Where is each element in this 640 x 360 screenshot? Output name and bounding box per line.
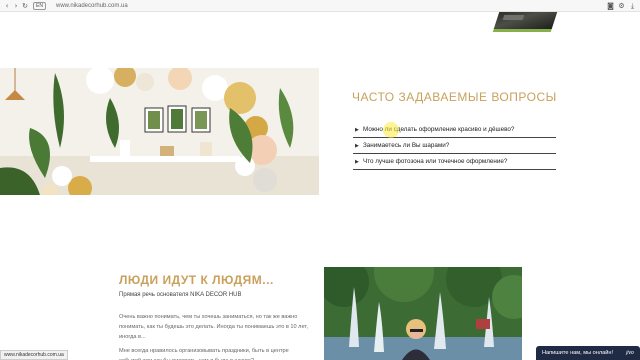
people-paragraph: Очень важно понимать, чем ты хочешь зани… — [119, 314, 308, 340]
triangle-right-icon: ▶ — [355, 143, 359, 149]
faq-title: ЧАСТО ЗАДАВАЕМЫЕ ВОПРОСЫ — [352, 90, 557, 104]
reload-icon[interactable]: ↻ — [21, 2, 29, 10]
faq-item[interactable]: ▶ Занимаетесь ли Вы шарами? — [353, 138, 556, 154]
people-subtitle: Прямая речь основателя NIKA DECOR HUB — [119, 292, 242, 298]
people-title: ЛЮДИ ИДУТ К ЛЮДЯМ... — [119, 273, 274, 287]
party-decor-photo — [0, 68, 319, 195]
fountain-photo-art — [324, 267, 522, 360]
back-icon[interactable]: ‹ — [3, 2, 11, 10]
chat-widget[interactable]: Напишите нам, мы онлайн! jivo — [536, 346, 640, 360]
download-icon[interactable]: ⤓ — [629, 2, 636, 10]
site-badge[interactable]: EN — [33, 2, 46, 10]
faq-question: Что лучше фотозона или точечное оформлен… — [363, 158, 508, 165]
toolbar-right-icons: ◙ ⚙ ⤓ — [607, 2, 636, 10]
faq-item[interactable]: ▶ Что лучше фотозона или точечное оформл… — [353, 154, 556, 170]
product-image — [492, 12, 558, 32]
party-photo-art — [0, 68, 319, 195]
address-bar[interactable]: www.nikadecorhub.com.ua — [56, 1, 128, 11]
status-bar-url: www.nikadecorhub.com.ua — [0, 350, 68, 360]
cursor-highlight — [383, 122, 399, 138]
settings-icon[interactable]: ⚙ — [618, 2, 625, 10]
camera-icon[interactable]: ◙ — [607, 2, 614, 10]
people-paragraph: Мне всегда нравилось организовывать праз… — [119, 348, 289, 360]
people-text: Очень важно понимать, чем ты хочешь зани… — [119, 312, 309, 360]
chat-logo: jivo — [626, 350, 634, 356]
chat-label: Напишите нам, мы онлайн! — [542, 350, 613, 356]
browser-toolbar: ‹ › ↻ EN www.nikadecorhub.com.ua ◙ ⚙ ⤓ — [0, 0, 640, 12]
faq-question: Занимаетесь ли Вы шарами? — [363, 142, 450, 149]
triangle-right-icon: ▶ — [355, 127, 359, 133]
triangle-right-icon: ▶ — [355, 159, 359, 165]
fountain-photo — [324, 267, 522, 360]
forward-icon[interactable]: › — [12, 2, 20, 10]
